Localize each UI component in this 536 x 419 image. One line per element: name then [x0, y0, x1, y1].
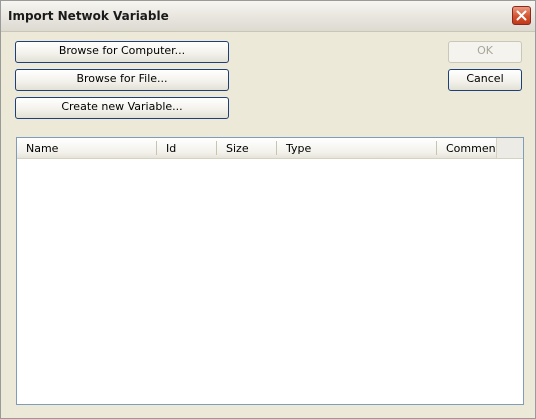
browse-computer-button[interactable]: Browse for Computer...	[15, 41, 229, 63]
ok-button[interactable]: OK	[448, 41, 522, 63]
column-header-name[interactable]: Name	[17, 138, 156, 158]
column-header-size[interactable]: Size	[217, 138, 276, 158]
import-dialog: Import Netwok Variable Browse for Comput…	[0, 0, 536, 419]
title-bar[interactable]: Import Netwok Variable	[1, 1, 535, 32]
create-variable-button[interactable]: Create new Variable...	[15, 97, 229, 119]
close-icon	[516, 10, 527, 21]
column-header-id[interactable]: Id	[157, 138, 216, 158]
cancel-button[interactable]: Cancel	[448, 69, 522, 91]
browse-file-button[interactable]: Browse for File...	[15, 69, 229, 91]
header-filler	[496, 138, 523, 158]
variable-list[interactable]: Name Id Size Type Comment	[16, 137, 524, 405]
column-header-type[interactable]: Type	[277, 138, 436, 158]
dialog-title: Import Netwok Variable	[8, 9, 169, 23]
list-header: Name Id Size Type Comment	[17, 138, 523, 159]
column-header-comment[interactable]: Comment	[437, 138, 500, 158]
close-button[interactable]	[512, 6, 531, 25]
